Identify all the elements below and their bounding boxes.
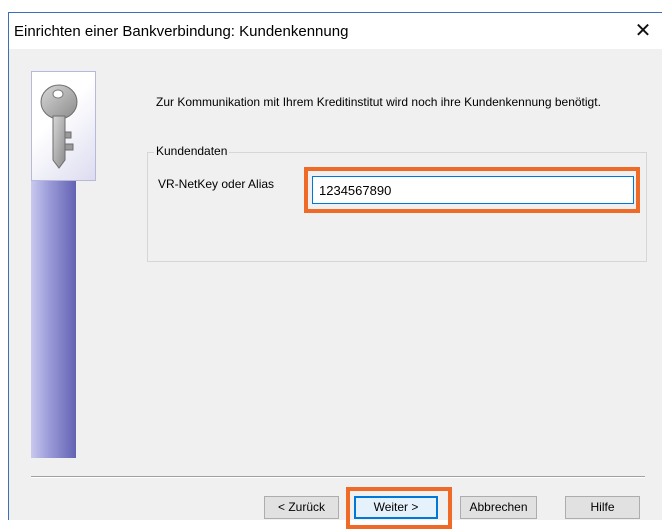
dialog-window: Einrichten einer Bankverbindung: Kundenk…	[8, 12, 662, 529]
netkey-input[interactable]	[312, 176, 634, 204]
netkey-highlight	[304, 167, 640, 213]
key-graphic	[40, 84, 78, 169]
window-title: Einrichten einer Bankverbindung: Kundenk…	[14, 23, 349, 40]
help-button[interactable]: Hilfe	[565, 496, 640, 519]
key-icon	[31, 71, 96, 181]
title-bar: Einrichten einer Bankverbindung: Kundenk…	[9, 13, 662, 49]
intro-text: Zur Kommunikation mit Ihrem Kreditinstit…	[156, 95, 601, 109]
button-separator	[31, 476, 645, 478]
next-button[interactable]: Weiter >	[354, 496, 438, 519]
group-legend: Kundendaten	[154, 144, 230, 158]
netkey-label: VR-NetKey oder Alias	[158, 177, 275, 191]
cancel-button[interactable]: Abbrechen	[460, 496, 537, 519]
close-button[interactable]: ✕	[628, 18, 658, 44]
back-button[interactable]: < Zurück	[264, 496, 339, 519]
customer-data-group: Kundendaten VR-NetKey oder Alias	[147, 144, 647, 262]
